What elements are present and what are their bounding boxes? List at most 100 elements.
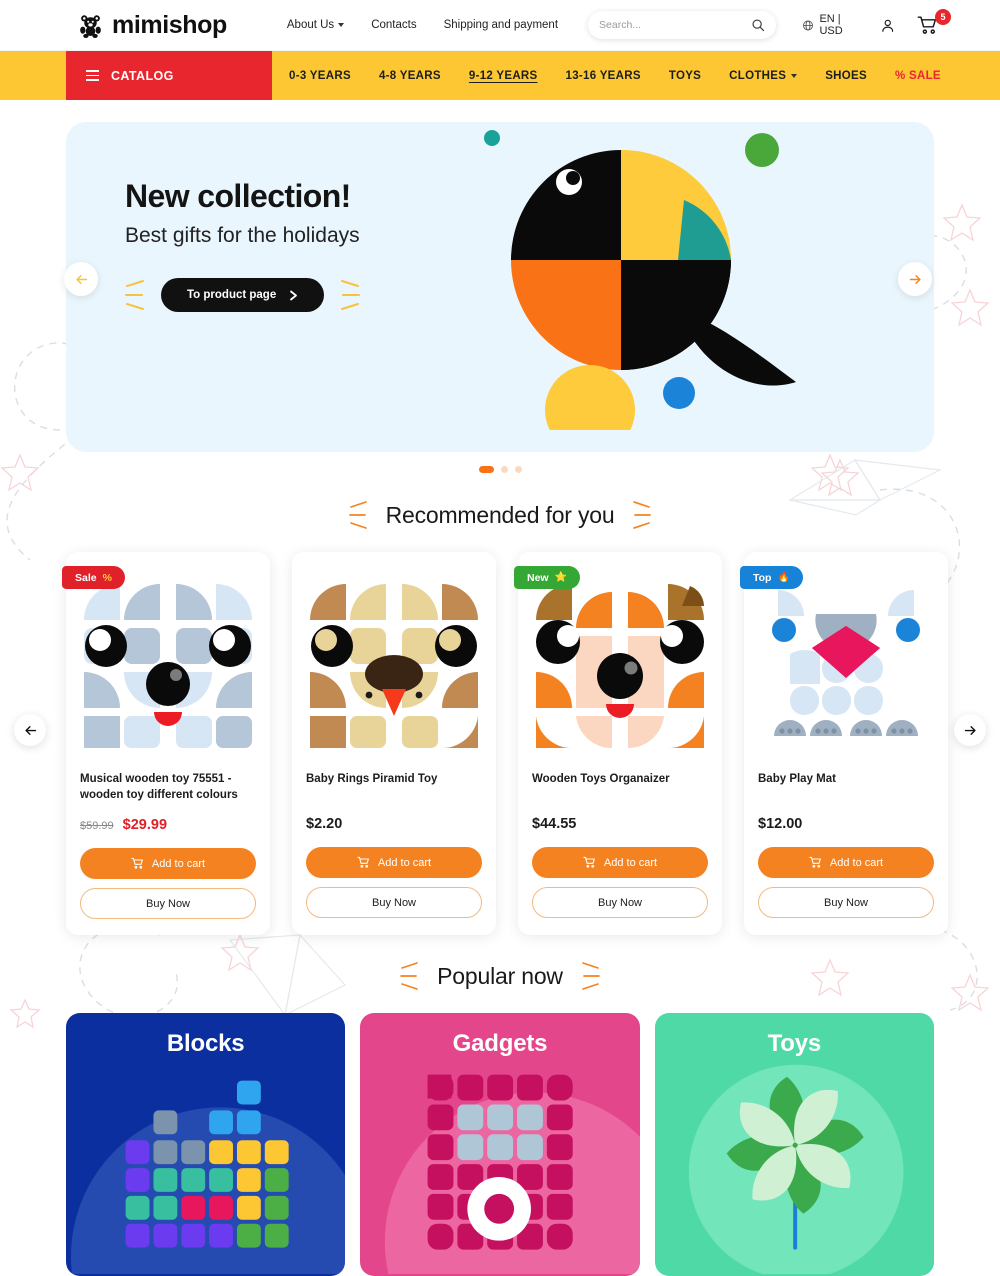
category-label: 9-12 YEARS [468, 69, 538, 82]
cart-icon [357, 856, 369, 868]
hero-carousel: New collection! Best gifts for the holid… [0, 100, 1000, 473]
user-icon[interactable] [880, 16, 896, 35]
tetris-tiles [125, 1080, 289, 1248]
hero-next-button[interactable] [898, 262, 932, 296]
product-current-price: $12.00 [758, 816, 803, 832]
buy-now-button[interactable]: Buy Now [758, 887, 934, 918]
section-title: Recommended for you [385, 501, 615, 528]
product-old-price: $59.99 [80, 820, 114, 833]
chevron-right-icon [290, 290, 298, 300]
cart-icon [583, 856, 595, 868]
arrow-left-icon [24, 725, 36, 735]
main-navigation: About Us Contacts Shipping and payment [287, 19, 558, 31]
product-price: $12.00 [758, 816, 934, 832]
carousel-dot-1[interactable] [478, 466, 494, 473]
nav-item-shipping-and-payment[interactable]: Shipping and payment [444, 19, 558, 31]
add-to-cart-label: Add to cart [151, 857, 206, 870]
globe-icon [803, 20, 814, 30]
star-icon: ⭐ [554, 572, 568, 583]
buy-now-button[interactable]: Buy Now [306, 887, 482, 918]
product-price: $2.20 [306, 816, 482, 832]
product-image [306, 571, 482, 756]
koala-blocks-art [84, 583, 252, 748]
add-to-cart-button[interactable]: Add to cart [306, 847, 482, 878]
category-label: % SALE [894, 69, 941, 82]
sparkle-right-icon [341, 280, 361, 310]
search-input[interactable] [599, 19, 752, 31]
product-card[interactable]: Sale % Musical wooden toy 75551 - wooden… [62, 552, 270, 936]
category-shoes[interactable]: SHOES [825, 70, 867, 82]
buy-now-button[interactable]: Buy Now [80, 888, 256, 920]
product-current-price: $2.20 [306, 816, 343, 832]
nav-item-contacts[interactable]: Contacts [371, 19, 416, 31]
hero-title: New collection! [125, 178, 351, 214]
catalog-button[interactable]: CATALOG [66, 51, 272, 100]
sparkle-left-icon [348, 501, 367, 529]
hero-cta-button[interactable]: To product page [161, 278, 325, 312]
product-price: $44.55 [532, 816, 708, 832]
popular-heading: Popular now [0, 961, 1000, 991]
category-card-gadgets[interactable]: Gadgets [360, 1013, 640, 1276]
catalog-bar: CATALOG 0-3 YEARS 4-8 YEARS 9-12 YEARS 1… [0, 51, 1000, 100]
badge-label: Sale [75, 571, 97, 584]
site-header: mimishop About Us Contacts Shipping and … [0, 0, 1000, 51]
sparkle-right-icon [633, 501, 652, 529]
product-card[interactable]: Top 🔥 Baby Play Mat $12.00 Add to cart B… [740, 552, 948, 936]
products-next-button[interactable] [954, 714, 986, 746]
language-label: EN | USD [819, 13, 843, 37]
add-to-cart-button[interactable]: Add to cart [80, 848, 256, 880]
section-title: Popular now [437, 962, 563, 989]
product-badge-top: Top 🔥 [740, 566, 803, 589]
product-image [532, 571, 708, 756]
category-toys[interactable]: TOYS [669, 70, 701, 82]
product-title: Wooden Toys Organaizer [532, 773, 670, 785]
product-badge-sale: Sale % [62, 566, 125, 589]
add-to-cart-button[interactable]: Add to cart [532, 847, 708, 878]
fox-blocks-art [536, 583, 704, 748]
category-label: 13-16 YEARS [565, 69, 641, 82]
category-label: 4-8 YEARS [378, 69, 441, 82]
category-9-12-years[interactable]: 9-12 YEARS [469, 70, 538, 82]
hero-prev-button[interactable] [64, 262, 98, 296]
products-prev-button[interactable] [14, 714, 46, 746]
carousel-dot-2[interactable] [500, 466, 508, 473]
buy-now-label: Buy Now [145, 897, 191, 910]
product-current-price: $44.55 [532, 816, 577, 832]
product-card[interactable]: Baby Rings Piramid Toy $2.20 Add to cart… [292, 552, 496, 936]
toucan-bird-illustration [484, 130, 796, 430]
nav-item-about-us[interactable]: About Us [287, 19, 345, 31]
cart-button[interactable]: 5 [917, 8, 951, 36]
search-box[interactable] [588, 11, 777, 39]
category-label: TOYS [668, 69, 702, 82]
category-13-16-years[interactable]: 13-16 YEARS [566, 70, 641, 82]
add-to-cart-label: Add to cart [603, 856, 658, 869]
chevron-down-icon [791, 73, 798, 78]
add-to-cart-label: Add to cart [377, 856, 432, 869]
product-price: $59.99 $29.99 [80, 817, 256, 833]
buy-now-button[interactable]: Buy Now [532, 887, 708, 918]
buy-now-label: Buy Now [823, 896, 869, 909]
category-sale[interactable]: % SALE [895, 70, 941, 82]
category-label: SHOES [825, 69, 867, 82]
hero-cta-label: To product page [187, 289, 277, 301]
teddy-bear-icon [80, 14, 101, 38]
search-icon[interactable] [751, 18, 765, 32]
hero-slide: New collection! Best gifts for the holid… [66, 122, 934, 452]
product-image [758, 571, 934, 756]
brand-logo[interactable]: mimishop [78, 11, 227, 40]
category-4-8-years[interactable]: 4-8 YEARS [379, 70, 441, 82]
buy-now-label: Buy Now [597, 896, 643, 909]
category-clothes[interactable]: CLOTHES [729, 69, 798, 82]
add-to-cart-button[interactable]: Add to cart [758, 847, 934, 878]
category-0-3-years[interactable]: 0-3 YEARS [289, 70, 351, 82]
category-label: CLOTHES [729, 69, 787, 82]
category-card-toys[interactable]: Toys [654, 1013, 934, 1276]
hamburger-icon [86, 70, 99, 81]
product-card[interactable]: New ⭐ Wooden Toys Organaizer $44.55 Add … [514, 552, 722, 936]
language-currency-switcher[interactable]: EN | USD [802, 13, 857, 37]
popular-categories: Blocks Gadgets Toys [0, 1013, 1000, 1276]
category-card-blocks[interactable]: Blocks [66, 1013, 346, 1276]
fire-icon: 🔥 [777, 572, 790, 583]
carousel-dot-3[interactable] [514, 466, 522, 473]
product-image [80, 571, 256, 756]
